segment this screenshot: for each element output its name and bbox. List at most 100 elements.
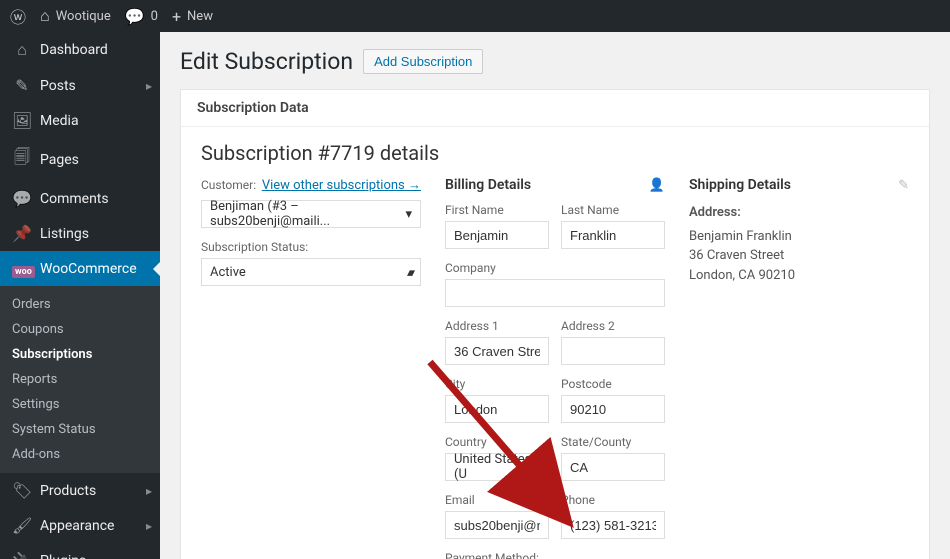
plus-icon: + [172,7,181,26]
sidebar-item-label: WooCommerce [40,261,137,277]
submenu-subscriptions[interactable]: Subscriptions [0,342,160,367]
last-name-label: Last Name [561,203,665,217]
phone-input[interactable] [561,511,665,539]
email-label: Email [445,493,549,507]
postcode-input[interactable] [561,395,665,423]
new-label: New [187,9,213,24]
chevron-down-icon: ▾ [405,207,412,222]
dashboard-icon: ⌂ [12,40,32,60]
address1-label: Address 1 [445,319,549,333]
posts-icon: ✎ [12,76,32,95]
submenu-coupons[interactable]: Coupons [0,317,160,342]
phone-label: Phone [561,493,665,507]
submenu-system-status[interactable]: System Status [0,417,160,442]
sidebar-item-plugins[interactable]: 🔌 Plugins [0,543,160,559]
sidebar-item-label: Listings [40,226,89,242]
address2-label: Address 2 [561,319,665,333]
admin-sidebar: ⌂ Dashboard ✎ Posts ▸ 🖼Media 🗐 Pages 💬 Comments 📌 L… [0,32,160,559]
sidebar-item-label: Media [40,113,79,129]
submenu-reports[interactable]: Reports [0,367,160,392]
plugins-icon: 🔌 [12,551,32,559]
country-select[interactable]: United States (U▴▾ [445,453,549,481]
shipping-line-1: Benjamin Franklin [689,227,909,247]
status-label: Subscription Status: [201,240,421,254]
customer-select[interactable]: Benjiman (#3 – subs20benji@maili... ▾ [201,200,421,228]
wordpress-icon: ⓦ [10,4,26,28]
submenu-settings[interactable]: Settings [0,392,160,417]
comment-icon: 💬 [125,7,145,26]
comments-icon: 💬 [12,189,32,208]
sidebar-item-label: Appearance [40,518,114,534]
address1-input[interactable] [445,337,549,365]
sidebar-submenu: OrdersCouponsSubscriptionsReportsSetting… [0,286,160,473]
last-name-input[interactable] [561,221,665,249]
listings-icon: 📌 [12,224,32,243]
page-title: Edit Subscription [180,48,353,75]
shipping-line-3: London, CA 90210 [689,266,909,286]
chevron-right-icon: ▸ [146,79,152,93]
general-column: Customer: View other subscriptions → Ben… [201,177,421,559]
content-area: Edit Subscription Add Subscription Subsc… [160,32,950,559]
sidebar-item-label: Dashboard [40,42,108,58]
sidebar-item-media[interactable]: 🖼Media [0,103,160,138]
sidebar-item-appearance[interactable]: 🖌 Appearance ▸ [0,508,160,543]
sidebar-item-products[interactable]: 🏷 Products ▸ [0,473,160,508]
city-input[interactable] [445,395,549,423]
site-home[interactable]: ⌂ Wootique [40,6,111,26]
new-content[interactable]: + New [172,7,213,26]
chevron-right-icon: ▸ [146,484,152,498]
sidebar-item-pages[interactable]: 🗐 Pages [0,138,160,181]
country-value: United States (U [454,452,535,482]
load-billing-icon[interactable]: 👤 [649,178,665,193]
sidebar-item-label: Posts [40,78,76,94]
subscription-heading: Subscription #7719 details [201,141,909,165]
state-label: State/County [561,435,665,449]
company-label: Company [445,261,665,275]
first-name-input[interactable] [445,221,549,249]
billing-title: Billing Details [445,177,531,193]
site-name: Wootique [56,9,111,24]
payment-method-label: Payment Method: [445,551,665,559]
add-subscription-button[interactable]: Add Subscription [363,49,483,74]
products-icon: 🏷 [12,481,32,500]
sidebar-item-comments[interactable]: 💬 Comments [0,181,160,216]
email-input[interactable] [445,511,549,539]
state-input[interactable] [561,453,665,481]
page-title-row: Edit Subscription Add Subscription [180,48,930,75]
shipping-line-2: 36 Craven Street [689,246,909,266]
updown-icon: ▴▾ [535,461,540,474]
customer-label: Customer: [201,178,256,192]
updown-icon: ▴▾ [407,266,412,279]
appearance-icon: 🖌 [12,516,32,535]
woocommerce-icon: woo [12,259,32,278]
sidebar-item-dashboard[interactable]: ⌂ Dashboard [0,32,160,68]
sidebar-item-woocommerce[interactable]: woo WooCommerce [0,251,160,286]
sidebar-item-posts[interactable]: ✎ Posts ▸ [0,68,160,103]
first-name-label: First Name [445,203,549,217]
subscription-data-box: Subscription Data Subscription #7719 det… [180,89,930,559]
box-title: Subscription Data [181,90,929,127]
sidebar-item-label: Pages [40,152,79,168]
wp-logo[interactable]: ⓦ [10,4,26,28]
address2-input[interactable] [561,337,665,365]
company-input[interactable] [445,279,665,307]
edit-shipping-icon[interactable]: ✎ [898,178,909,193]
submenu-add-ons[interactable]: Add-ons [0,442,160,467]
view-other-subscriptions-link[interactable]: View other subscriptions → [262,177,421,193]
postcode-label: Postcode [561,377,665,391]
adminbar: ⓦ ⌂Wootique 💬0 +New [0,0,950,32]
comments-link[interactable]: 💬0 [125,7,158,26]
pages-icon: 🗐 [12,146,32,173]
country-label: Country [445,435,549,449]
shipping-title: Shipping Details [689,177,791,193]
sidebar-item-label: Products [40,483,96,499]
sidebar-item-label: Comments [40,191,109,207]
home-icon: ⌂ [40,6,50,26]
comments-count: 0 [151,9,158,24]
chevron-right-icon: ▸ [146,519,152,533]
status-select[interactable]: Active ▴▾ [201,258,421,286]
submenu-orders[interactable]: Orders [0,292,160,317]
sidebar-item-listings[interactable]: 📌 Listings [0,216,160,251]
billing-column: Billing Details 👤 First Name Last Name C… [445,177,665,559]
sidebar-item-label: Plugins [40,553,86,559]
